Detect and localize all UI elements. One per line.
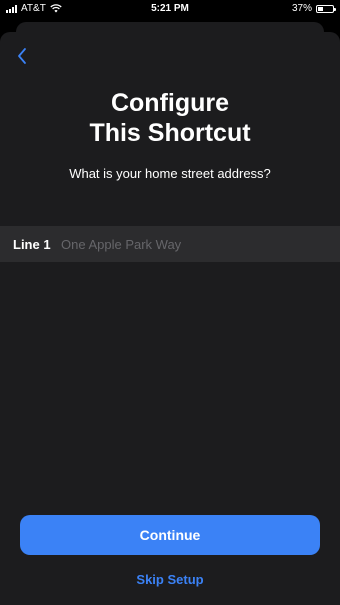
- address-line-1-input[interactable]: [61, 236, 340, 252]
- back-button[interactable]: [8, 42, 36, 70]
- page-title: Configure This Shortcut: [0, 88, 340, 148]
- clock: 5:21 PM: [151, 3, 189, 14]
- battery-icon: [316, 4, 336, 13]
- continue-button[interactable]: Continue: [20, 515, 320, 555]
- field-label: Line 1: [13, 236, 51, 252]
- title-line-1: Configure: [110, 89, 230, 117]
- title-line-2: This Shortcut: [89, 119, 251, 147]
- question-text: What is your home street address?: [69, 166, 271, 181]
- status-bar: AT&T 5:21 PM 37%: [0, 0, 340, 18]
- address-line-1-row: Line 1: [0, 226, 340, 262]
- configure-sheet: Configure This Shortcut What is your hom…: [0, 32, 340, 605]
- status-right: 37%: [291, 3, 336, 14]
- battery-percent: 37%: [291, 3, 312, 14]
- skip-setup-link[interactable]: Skip Setup: [0, 572, 340, 587]
- chevron-left-icon: [18, 48, 26, 64]
